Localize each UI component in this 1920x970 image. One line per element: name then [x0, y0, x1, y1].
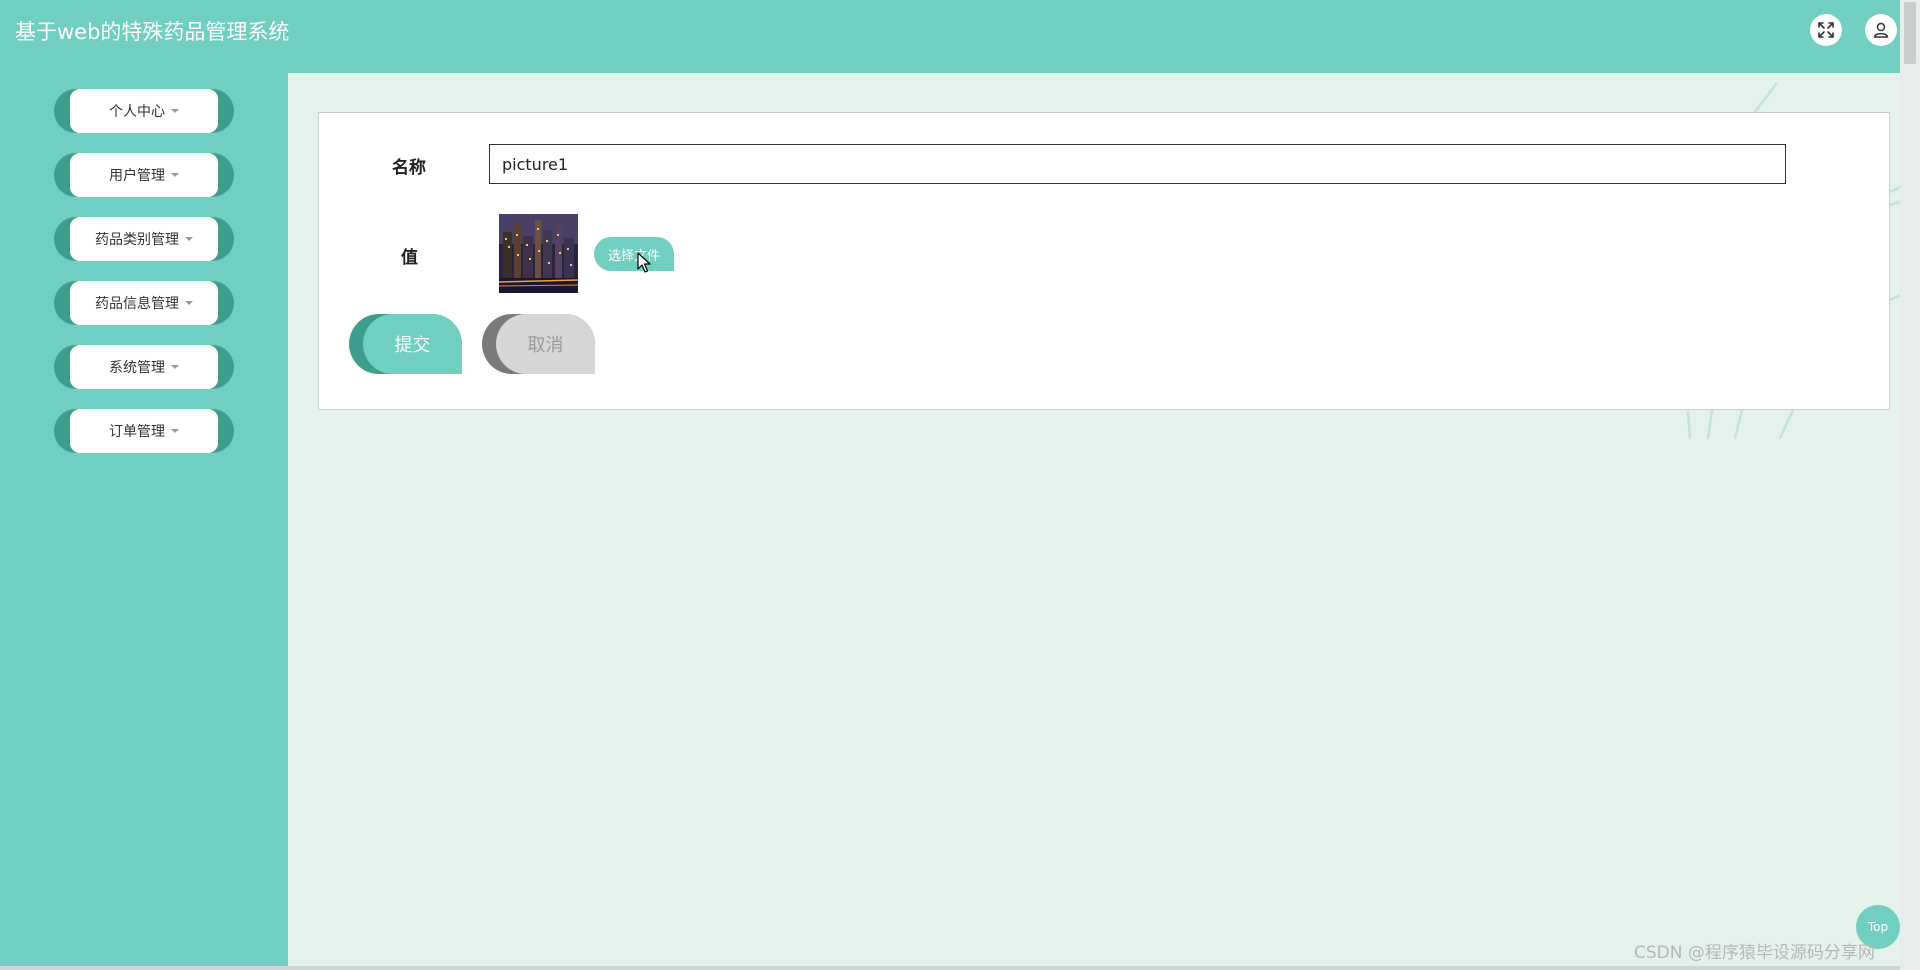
name-input[interactable] [489, 144, 1786, 184]
fullscreen-button[interactable] [1810, 14, 1842, 46]
scrollbar-thumb[interactable] [1904, 2, 1916, 64]
name-label: 名称 [392, 158, 426, 178]
sidebar-item-label: 用户管理 [109, 168, 165, 184]
sidebar-item-drug-info-management[interactable]: 药品信息管理 [54, 281, 234, 325]
sidebar-item-personal-center[interactable]: 个人中心 [54, 89, 234, 133]
sidebar-item-inner: 药品类别管理 [70, 217, 218, 261]
sidebar-item-inner: 系统管理 [70, 345, 218, 389]
watermark: CSDN @程序猿毕设源码分享网 [1634, 943, 1875, 963]
submit-button-label: 提交 [363, 314, 462, 374]
caret-down-icon [185, 237, 193, 241]
submit-button[interactable]: 提交 [349, 314, 462, 374]
sidebar-item-order-management[interactable]: 订单管理 [54, 409, 234, 453]
sidebar-item-inner: 订单管理 [70, 409, 218, 453]
sidebar-item-drug-category-management[interactable]: 药品类别管理 [54, 217, 234, 261]
sidebar-item-label: 药品信息管理 [95, 296, 179, 312]
form-panel: 名称 值 选择文件 [318, 112, 1890, 410]
sidebar-item-label: 药品类别管理 [95, 232, 179, 248]
caret-down-icon [171, 109, 179, 113]
image-preview [499, 214, 578, 293]
sidebar-item-label: 系统管理 [109, 360, 165, 376]
sidebar-item-label: 个人中心 [109, 104, 165, 120]
sidebar: 个人中心 用户管理 药品类别管理 药品信息管理 系统管理 订单管理 [0, 73, 288, 970]
sidebar-item-user-management[interactable]: 用户管理 [54, 153, 234, 197]
sidebar-item-inner: 用户管理 [70, 153, 218, 197]
choose-file-button[interactable]: 选择文件 [594, 237, 674, 271]
user-button[interactable] [1865, 14, 1897, 46]
top-bar: 基于web的特殊药品管理系统 [0, 0, 1920, 73]
caret-down-icon [171, 429, 179, 433]
sidebar-item-system-management[interactable]: 系统管理 [54, 345, 234, 389]
page-scrollbar[interactable] [1900, 0, 1920, 970]
cancel-button[interactable]: 取消 [482, 314, 595, 374]
sidebar-item-label: 订单管理 [109, 424, 165, 440]
app-title: 基于web的特殊药品管理系统 [15, 20, 290, 44]
fullscreen-icon [1818, 22, 1834, 38]
bottom-divider [0, 966, 1900, 970]
caret-down-icon [171, 173, 179, 177]
cancel-button-label: 取消 [496, 314, 595, 374]
value-label: 值 [401, 248, 418, 268]
mouse-cursor-icon [637, 252, 651, 273]
caret-down-icon [185, 301, 193, 305]
sidebar-item-inner: 药品信息管理 [70, 281, 218, 325]
sidebar-item-inner: 个人中心 [70, 89, 218, 133]
user-icon [1873, 22, 1889, 38]
city-night-image [499, 214, 578, 293]
caret-down-icon [171, 365, 179, 369]
